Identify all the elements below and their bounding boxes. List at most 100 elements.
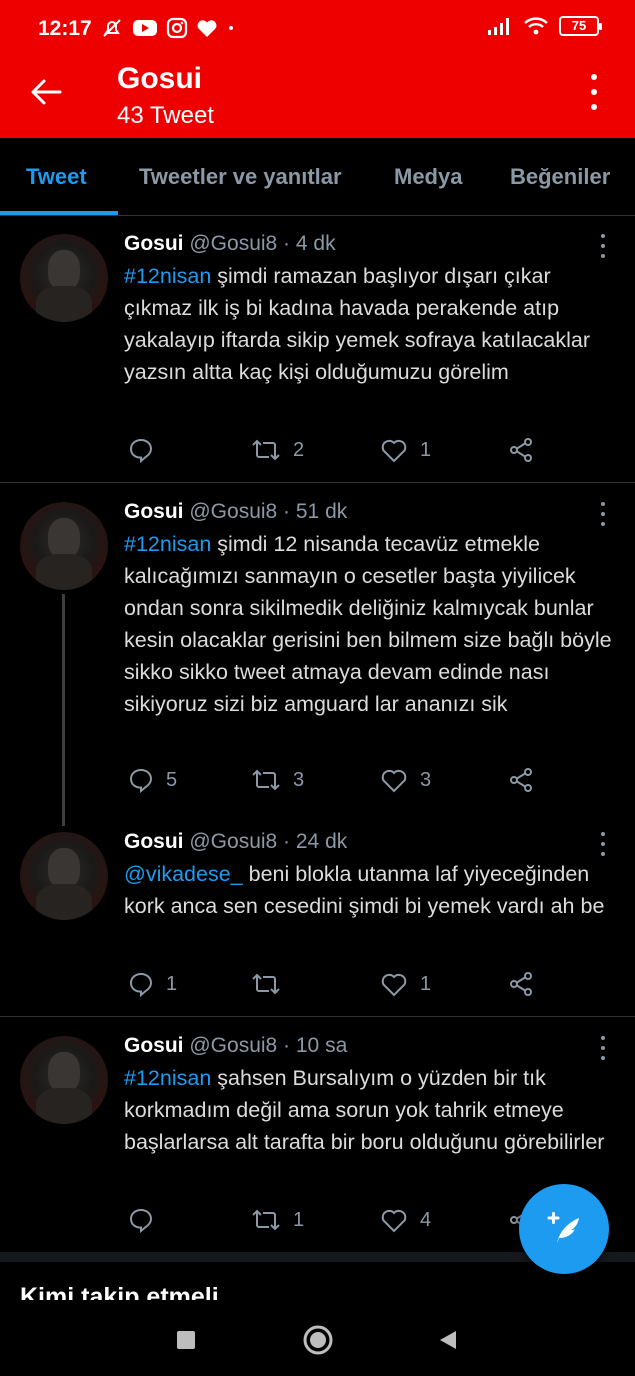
heart-notification-icon [197, 20, 217, 37]
author-name[interactable]: Gosui [124, 830, 184, 853]
system-icons: 75 [487, 16, 602, 36]
reply-button[interactable]: 5 [128, 765, 177, 795]
tab-tweet[interactable]: Tweet [26, 164, 87, 190]
youtube-icon [133, 20, 157, 36]
system-navigation-bar [0, 1300, 635, 1376]
tweet-options-button[interactable] [599, 502, 607, 526]
retweet-button[interactable] [251, 969, 293, 999]
tweet-options-button[interactable] [599, 1036, 607, 1060]
hashtag-link[interactable]: #12nisan [124, 532, 211, 556]
tweet-meta: Gosui @Gosui8 · 10 sa [124, 1034, 347, 1058]
recents-square-icon [177, 1331, 195, 1349]
tweet-text: #12nisan şimdi 12 nisanda tecavüz etmekl… [124, 528, 614, 720]
status-bar: 12:17 75 [0, 0, 635, 60]
mute-notifications-icon [103, 19, 121, 37]
reply-count: 1 [166, 972, 178, 995]
like-count: 3 [420, 768, 432, 791]
compose-tweet-button[interactable] [519, 1184, 609, 1274]
back-button[interactable] [24, 70, 68, 114]
reply-icon [129, 768, 153, 793]
status-time: 12:17 [38, 17, 92, 40]
like-count: 1 [420, 438, 432, 461]
retweet-icon [252, 1209, 280, 1231]
like-button[interactable]: 1 [380, 969, 431, 999]
author-handle-time: @Gosui8 · 4 dk [189, 232, 336, 255]
tweet-meta: Gosui @Gosui8 · 24 dk [124, 830, 347, 854]
avatar[interactable] [20, 1036, 108, 1124]
profile-title: Gosui [117, 62, 203, 95]
hashtag-link[interactable]: #12nisan [124, 264, 211, 288]
home-button[interactable] [298, 1320, 338, 1360]
like-count: 4 [420, 1208, 432, 1231]
retweet-count: 1 [293, 1208, 305, 1231]
tweet-actions: 5 3 3 [124, 765, 544, 795]
retweet-icon [252, 769, 280, 791]
tweet-options-button[interactable] [599, 832, 607, 856]
tweet-actions: 2 1 [124, 435, 544, 465]
tab-tweets-and-replies[interactable]: Tweetler ve yanıtlar [139, 164, 342, 190]
recents-button[interactable] [166, 1320, 206, 1360]
author-handle-time: @Gosui8 · 51 dk [189, 500, 348, 523]
like-button[interactable]: 3 [380, 765, 431, 795]
retweet-button[interactable]: 1 [251, 1205, 304, 1235]
tab-likes[interactable]: Beğeniler [510, 164, 610, 190]
retweet-count: 3 [293, 768, 305, 791]
author-handle-time: @Gosui8 · 10 sa [189, 1034, 348, 1057]
reply-icon [129, 438, 153, 463]
tweet-meta: Gosui @Gosui8 · 51 dk [124, 500, 347, 524]
tweet-actions: 1 1 [124, 969, 544, 999]
share-icon [510, 438, 532, 462]
reply-button[interactable]: 1 [128, 969, 177, 999]
like-button[interactable]: 4 [380, 1205, 431, 1235]
mention-link[interactable]: @vikadese_ [124, 862, 243, 886]
avatar[interactable] [20, 502, 108, 590]
hashtag-link[interactable]: #12nisan [124, 1066, 211, 1090]
author-name[interactable]: Gosui [124, 1034, 184, 1057]
compose-feather-icon [547, 1212, 579, 1243]
profile-tabs: Tweet Tweetler ve yanıtlar Medya Beğenil… [0, 138, 635, 216]
back-nav-button[interactable] [428, 1320, 468, 1360]
share-button[interactable] [508, 435, 534, 465]
share-button[interactable] [508, 765, 534, 795]
instagram-icon [166, 17, 188, 39]
thread-line [62, 594, 65, 826]
avatar[interactable] [20, 832, 108, 920]
wifi-icon [524, 17, 548, 35]
retweet-count: 2 [293, 438, 305, 461]
tweet-body: şimdi 12 nisanda tecavüz etmekle kalıcağ… [124, 532, 612, 716]
tab-media[interactable]: Medya [394, 164, 462, 190]
author-name[interactable]: Gosui [124, 232, 184, 255]
tweet-meta: Gosui @Gosui8 · 4 dk [124, 232, 336, 256]
like-count: 1 [420, 972, 432, 995]
tweet-text: @vikadese_ beni blokla utanma laf yiyece… [124, 858, 614, 922]
who-to-follow-heading: Kimi takip etmeli [20, 1283, 219, 1300]
retweet-button[interactable]: 2 [251, 435, 304, 465]
share-button[interactable] [508, 969, 534, 999]
notification-icons [100, 16, 236, 40]
author-name[interactable]: Gosui [124, 500, 184, 523]
reply-count: 5 [166, 768, 178, 791]
tweet-count: 43 Tweet [117, 102, 214, 129]
retweet-icon [252, 973, 280, 995]
active-tab-indicator [0, 211, 118, 215]
reply-icon [129, 972, 153, 997]
reply-button[interactable] [128, 1205, 166, 1235]
back-triangle-icon [440, 1331, 456, 1349]
battery-level: 75 [571, 18, 587, 33]
share-icon [510, 768, 532, 792]
tweet-divider [0, 482, 635, 483]
tweet-options-button[interactable] [599, 234, 607, 258]
home-circle-icon [303, 1325, 333, 1355]
overflow-menu-button[interactable] [579, 74, 609, 110]
reply-button[interactable] [128, 435, 166, 465]
heart-icon [381, 769, 407, 793]
author-handle-time: @Gosui8 · 24 dk [189, 830, 348, 853]
back-arrow-icon [31, 79, 62, 105]
reply-icon [129, 1208, 153, 1233]
like-button[interactable]: 1 [380, 435, 431, 465]
heart-icon [381, 973, 407, 997]
avatar[interactable] [20, 234, 108, 322]
profile-header: Gosui 43 Tweet [0, 60, 635, 138]
more-notifications-dot-icon [229, 26, 233, 30]
retweet-button[interactable]: 3 [251, 765, 304, 795]
